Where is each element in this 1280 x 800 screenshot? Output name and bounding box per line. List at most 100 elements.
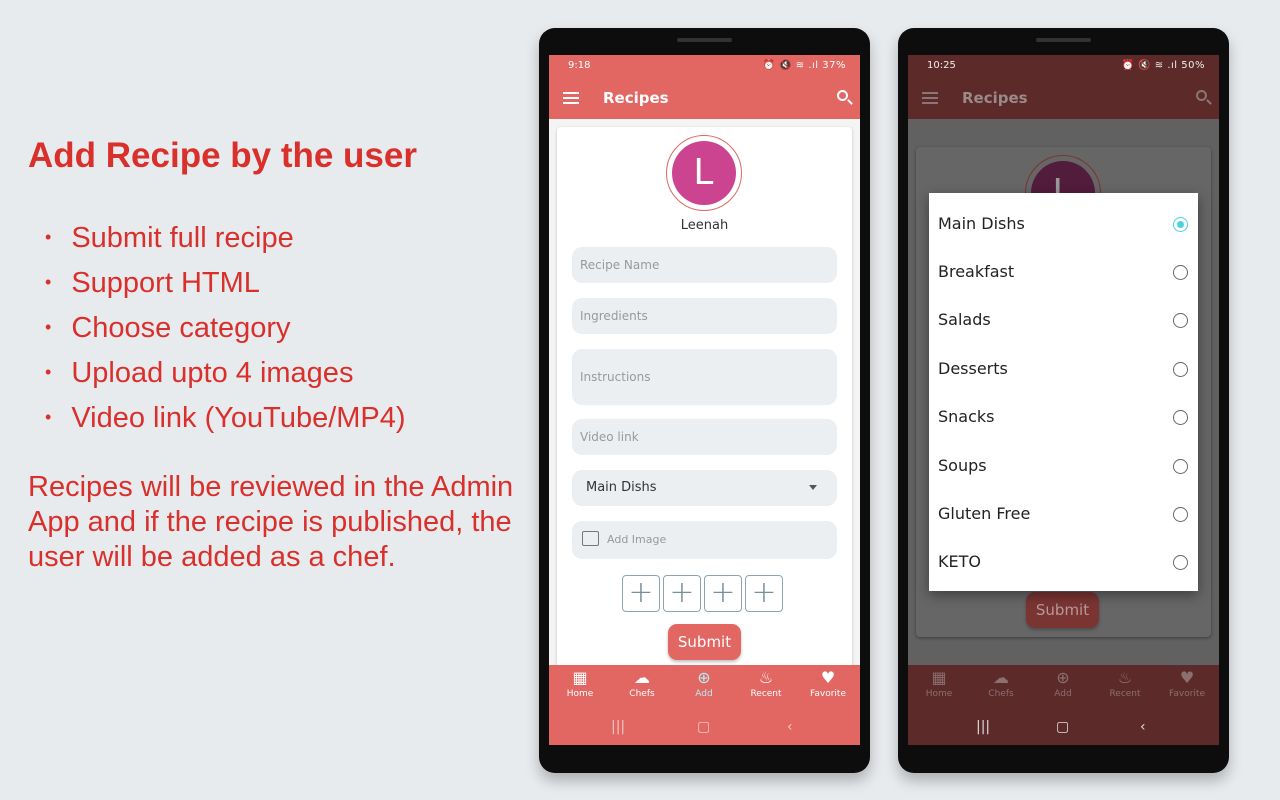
radio-selected-icon[interactable] — [1173, 217, 1188, 232]
home-icon[interactable]: ▢ — [697, 719, 710, 735]
category-dialog: Main Dishs Breakfast Salads Desserts Sna… — [929, 193, 1198, 591]
nav-recent[interactable]: ♨ Recent — [735, 668, 797, 700]
radio-icon[interactable] — [1173, 459, 1188, 474]
status-icons: ⏰ 🔇 ≋ .ıl 50% — [1121, 60, 1205, 71]
feature-item: Upload upto 4 images — [45, 353, 406, 398]
feature-list: Submit full recipe Support HTML Choose c… — [45, 218, 406, 443]
category-option[interactable]: Main Dishs — [929, 200, 1198, 248]
speaker — [1036, 38, 1091, 42]
plus-circle-icon: ⊕ — [1056, 668, 1070, 687]
screen: 10:25 ⏰ 🔇 ≋ .ıl 50% Recipes L Submit ▦Ho… — [908, 55, 1219, 745]
option-label: Snacks — [938, 407, 995, 426]
toolbar-title: Recipes — [603, 89, 669, 107]
image-slot-4[interactable]: + — [745, 575, 783, 612]
submit-button[interactable]: Submit — [668, 624, 741, 660]
recents-icon[interactable]: ||| — [976, 719, 990, 735]
menu-icon[interactable] — [563, 92, 579, 104]
status-bar: 9:18 ⏰ 🔇 ≋ .ıl 37% — [549, 55, 860, 77]
nav-add: ⊕ Add — [1032, 668, 1094, 700]
instructions-input[interactable]: Instructions — [572, 349, 837, 405]
nav-chefs[interactable]: ☁ Chefs — [611, 668, 673, 700]
screen: 9:18 ⏰ 🔇 ≋ .ıl 37% Recipes L Leenah Reci… — [549, 55, 860, 745]
option-label: Soups — [938, 456, 987, 475]
add-image-button[interactable]: Add Image — [572, 521, 837, 559]
avatar: L — [666, 135, 742, 211]
search-icon[interactable] — [837, 90, 848, 101]
video-link-input[interactable]: Video link — [572, 419, 837, 455]
back-icon[interactable]: ‹ — [787, 719, 793, 735]
nav-label: Recent — [750, 689, 782, 699]
grid-icon: ▦ — [572, 668, 588, 687]
user-name: Leenah — [680, 218, 729, 233]
category-option[interactable]: Desserts — [929, 345, 1198, 393]
radio-icon[interactable] — [1173, 555, 1188, 570]
status-bar: 10:25 ⏰ 🔇 ≋ .ıl 50% — [908, 55, 1219, 77]
recipe-name-input[interactable]: Recipe Name — [572, 247, 837, 283]
promo-note: Recipes will be reviewed in the Admin Ap… — [28, 471, 514, 573]
image-slot-2[interactable]: + — [663, 575, 701, 612]
image-slot-3[interactable]: + — [704, 575, 742, 612]
bottom-nav: ▦ Home ☁ Chefs ⊕ Add ♨ Recent ♥ Favorite — [549, 665, 860, 712]
toolbar-title: Recipes — [962, 89, 1028, 107]
phone-category-dialog: 10:25 ⏰ 🔇 ≋ .ıl 50% Recipes L Submit ▦Ho… — [898, 28, 1229, 773]
add-image-label: Add Image — [607, 533, 667, 546]
flame-icon: ♨ — [1117, 668, 1133, 687]
category-select[interactable]: Main Dishs — [572, 470, 837, 506]
toolbar: Recipes — [549, 77, 860, 119]
nav-label: Chefs — [629, 689, 655, 699]
option-label: Desserts — [938, 359, 1008, 378]
toolbar: Recipes — [908, 77, 1219, 119]
nav-label: Favorite — [810, 689, 846, 699]
nav-label: Home — [925, 689, 953, 699]
flame-icon: ♨ — [758, 668, 774, 687]
clock: 9:18 — [568, 60, 591, 71]
radio-icon[interactable] — [1173, 265, 1188, 280]
radio-icon[interactable] — [1173, 410, 1188, 425]
dropdown-arrow-icon — [809, 485, 817, 494]
category-option[interactable]: Soups — [929, 442, 1198, 490]
nav-favorite[interactable]: ♥ Favorite — [797, 668, 859, 700]
bottom-nav: ▦ Home ☁ Chefs ⊕ Add ♨ Recent ♥ Favorite — [908, 665, 1219, 712]
nav-home: ▦ Home — [908, 669, 970, 700]
system-nav: ||| ▢ ‹ — [549, 712, 860, 745]
recents-icon[interactable]: ||| — [611, 719, 625, 735]
nav-label: Chefs — [988, 689, 1014, 699]
heart-icon: ♥ — [1179, 668, 1195, 687]
status-icons: ⏰ 🔇 ≋ .ıl 37% — [762, 60, 846, 71]
category-option[interactable]: Snacks — [929, 393, 1198, 441]
promo-title: Add Recipe by the user — [28, 136, 417, 175]
image-icon — [582, 531, 599, 546]
category-option[interactable]: Breakfast — [929, 248, 1198, 296]
nav-add[interactable]: ⊕ Add — [673, 669, 735, 700]
radio-icon[interactable] — [1173, 313, 1188, 328]
category-option[interactable]: Salads — [929, 296, 1198, 344]
radio-icon[interactable] — [1173, 507, 1188, 522]
nav-home[interactable]: ▦ Home — [549, 668, 611, 700]
ingredients-input[interactable]: Ingredients — [572, 298, 837, 334]
home-icon[interactable]: ▢ — [1056, 719, 1069, 735]
recipe-form-card: L Leenah Recipe Name Ingredients Instruc… — [557, 127, 852, 667]
chef-hat-icon: ☁ — [634, 668, 650, 687]
speaker — [677, 38, 732, 42]
avatar-initial: L — [672, 141, 736, 205]
submit-button: Submit — [1026, 592, 1099, 628]
image-slot-1[interactable]: + — [622, 575, 660, 612]
clock: 10:25 — [927, 60, 956, 71]
option-label: Breakfast — [938, 262, 1015, 281]
nav-chefs: ☁ Chefs — [970, 668, 1032, 700]
heart-icon: ♥ — [820, 668, 836, 687]
feature-item: Support HTML — [45, 263, 406, 308]
back-icon[interactable]: ‹ — [1140, 719, 1146, 735]
nav-label: Add — [695, 689, 713, 699]
option-label: KETO — [938, 552, 981, 571]
option-label: Main Dishs — [938, 214, 1025, 233]
category-option[interactable]: KETO — [929, 538, 1198, 586]
nav-label: Add — [1054, 689, 1072, 699]
chef-hat-icon: ☁ — [993, 668, 1009, 687]
menu-icon — [922, 92, 938, 104]
nav-label: Favorite — [1169, 689, 1205, 699]
system-nav: ||| ▢ ‹ — [908, 712, 1219, 745]
category-option[interactable]: Gluten Free — [929, 490, 1198, 538]
phone-add-recipe: 9:18 ⏰ 🔇 ≋ .ıl 37% Recipes L Leenah Reci… — [539, 28, 870, 773]
radio-icon[interactable] — [1173, 362, 1188, 377]
